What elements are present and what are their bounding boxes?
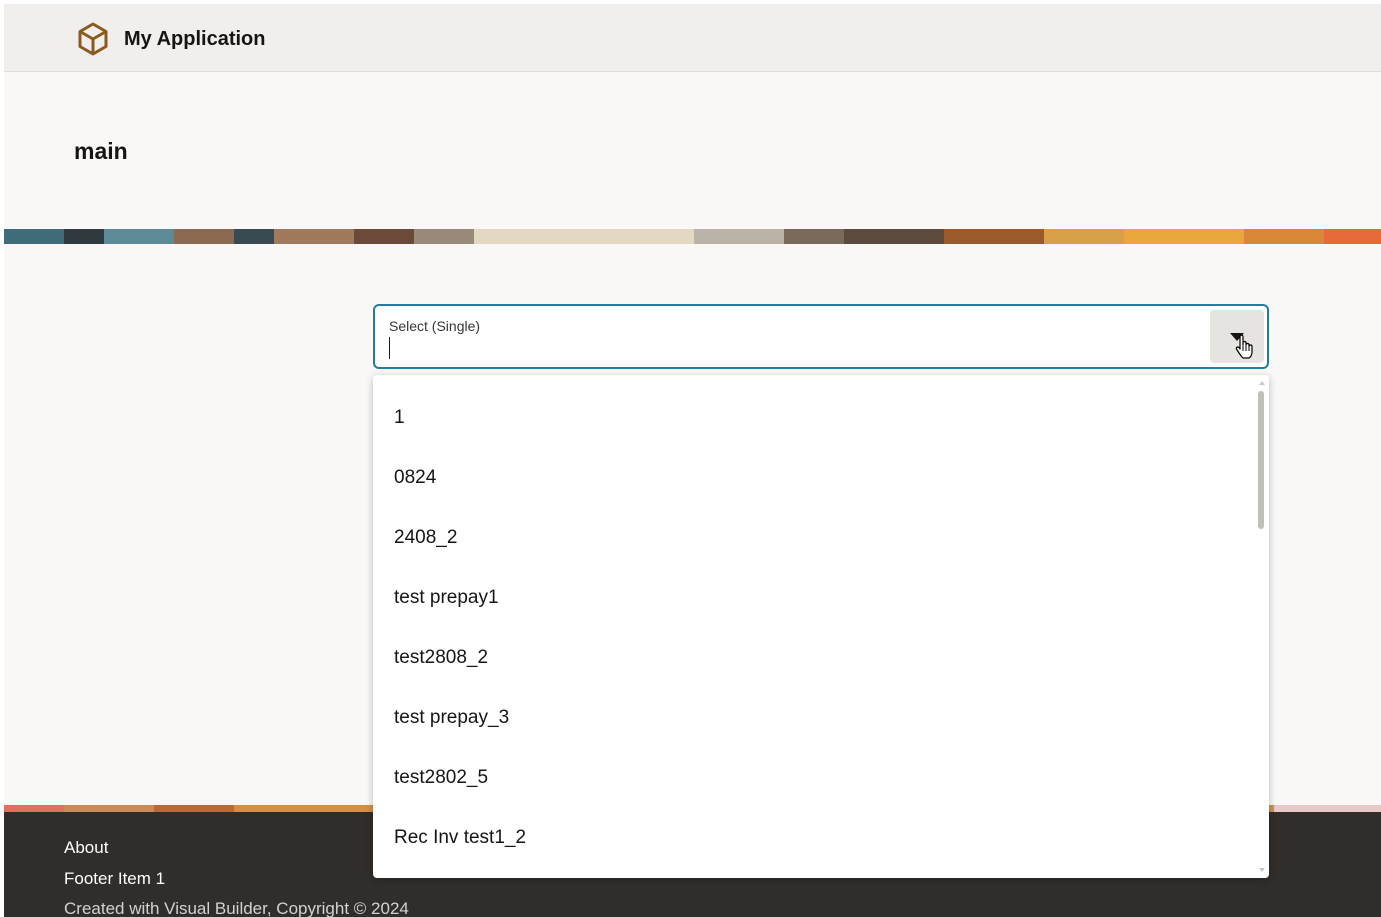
list-option[interactable]: Rec Inv test1_2	[373, 795, 1253, 855]
select-label: Select (Single)	[389, 318, 481, 334]
list-option[interactable]: 2408_2	[373, 495, 1253, 555]
list-option[interactable]: test prepay_3	[373, 675, 1253, 735]
list-option[interactable]: 0824	[373, 435, 1253, 495]
listbox-scrollbar[interactable]	[1255, 375, 1269, 878]
hand-pointer-icon	[1234, 334, 1256, 360]
footer-about-link[interactable]: About	[64, 838, 108, 858]
decorative-banner-top	[4, 229, 1381, 244]
cube-icon	[76, 21, 110, 57]
select-single-field[interactable]: Select (Single)	[373, 304, 1269, 369]
app-title: My Application	[124, 28, 266, 50]
page-title: main	[74, 138, 128, 164]
list-option[interactable]: 1	[373, 375, 1253, 435]
option-label: test2802_5	[394, 767, 489, 788]
dropdown-toggle-button[interactable]	[1210, 310, 1264, 363]
list-option[interactable]: test2802_5	[373, 735, 1253, 795]
select-listbox: 1 0824 2408_2 test prepay1 test2808_2 te…	[373, 375, 1269, 878]
option-label: test prepay_3	[394, 707, 510, 728]
option-label: 0824	[394, 467, 437, 488]
option-label: test prepay1	[394, 587, 499, 608]
option-label: test2808_2	[394, 647, 489, 668]
select-input[interactable]	[389, 337, 1189, 359]
list-option[interactable]: test prepay1	[373, 555, 1253, 615]
scrollbar-thumb[interactable]	[1258, 391, 1264, 529]
app-header: My Application	[4, 4, 1381, 72]
text-caret	[389, 337, 390, 359]
scroll-down-arrow-icon[interactable]	[1259, 868, 1265, 872]
list-option[interactable]: test2808_2	[373, 615, 1253, 675]
option-label: Rec Inv test1_2	[394, 827, 527, 848]
footer-item-1-link[interactable]: Footer Item 1	[64, 869, 165, 889]
option-label: 2408_2	[394, 527, 458, 548]
option-label: 1	[394, 407, 405, 428]
footer-copyright: Created with Visual Builder, Copyright ©…	[64, 899, 409, 917]
scroll-up-arrow-icon[interactable]	[1259, 381, 1265, 385]
